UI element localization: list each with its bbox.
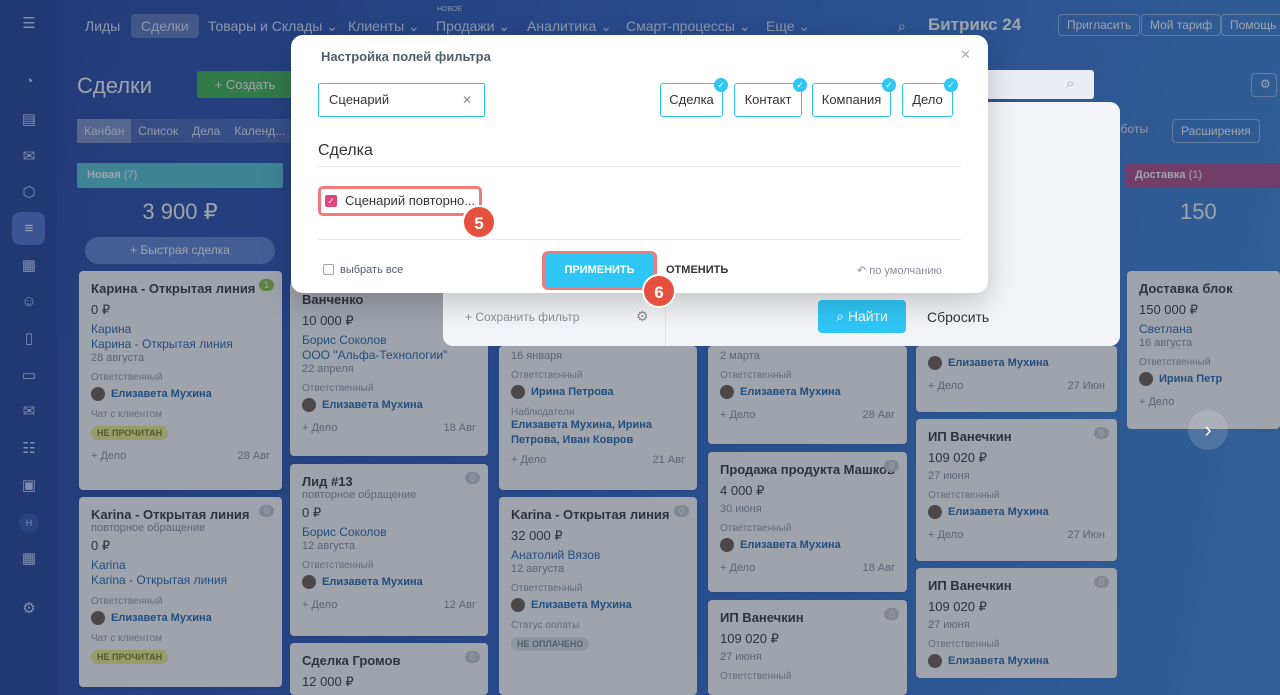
check-icon: ✓ xyxy=(793,78,807,92)
find-button[interactable]: ⌕ Найти xyxy=(818,300,906,333)
category-activity[interactable]: Дело ✓ xyxy=(902,78,958,117)
step-marker-5: 5 xyxy=(462,205,496,239)
check-icon: ✓ xyxy=(714,78,728,92)
field-scenario-checkbox[interactable]: ✓ Сценарий повторно... xyxy=(318,186,482,216)
category-company[interactable]: Компания ✓ xyxy=(812,78,896,117)
clear-icon[interactable]: ✕ xyxy=(462,84,472,116)
checkbox[interactable] xyxy=(323,264,334,275)
category-deal[interactable]: Сделка ✓ xyxy=(660,78,728,117)
filter-gear-icon[interactable]: ⚙ xyxy=(636,308,649,325)
apply-button[interactable]: ПРИМЕНИТЬ xyxy=(542,251,657,290)
undo-icon: ↶ xyxy=(857,265,867,277)
search-icon: ⌕ xyxy=(836,308,844,324)
step-marker-6: 6 xyxy=(642,274,676,308)
close-icon[interactable]: ✕ xyxy=(960,47,971,63)
category-contact[interactable]: Контакт ✓ xyxy=(734,78,807,117)
divider xyxy=(318,166,961,167)
chevron-right-icon[interactable]: › xyxy=(1188,410,1228,450)
filter-fields-modal: Настройка полей фильтра ✕ Сценарий ✕ Сдел… xyxy=(291,35,988,308)
divider xyxy=(318,239,961,240)
check-icon: ✓ xyxy=(944,78,958,92)
search-icon[interactable]: ⌕ xyxy=(1066,75,1074,92)
check-icon: ✓ xyxy=(882,78,896,92)
save-filter-link[interactable]: + Сохранить фильтр xyxy=(465,310,579,324)
field-search-input[interactable]: Сценарий ✕ xyxy=(318,83,485,117)
checkbox-checked-icon: ✓ xyxy=(325,195,337,207)
select-all[interactable]: выбрать все xyxy=(323,264,403,276)
section-title: Сделка xyxy=(318,142,373,159)
default-link[interactable]: ↶ по умолчанию xyxy=(857,264,942,277)
reset-button[interactable]: Сбросить xyxy=(927,309,989,325)
cancel-button[interactable]: ОТМЕНИТЬ xyxy=(666,264,728,276)
modal-title: Настройка полей фильтра xyxy=(321,49,491,64)
